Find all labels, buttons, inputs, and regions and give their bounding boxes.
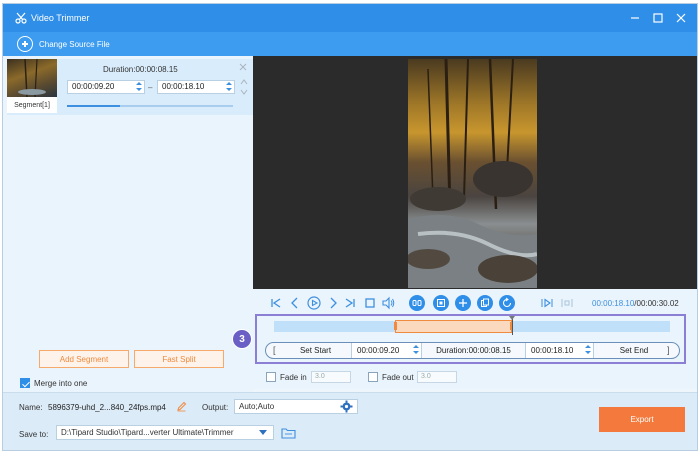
maximize-button[interactable] <box>650 10 666 26</box>
segment-panel: Segment[1] Duration:00:00:08.15 00:00:09… <box>3 56 253 392</box>
segment-progress-bar <box>67 105 233 107</box>
segment-reorder-icon[interactable] <box>239 76 249 98</box>
fade-in-input[interactable]: 3.0 <box>311 371 351 383</box>
segment-delete-icon[interactable] <box>239 63 247 71</box>
fade-out-label: Fade out <box>382 373 414 382</box>
segment-tag: Segment[1] <box>7 97 57 113</box>
trim-start-handle[interactable] <box>394 322 398 330</box>
trim-duration: Duration:00:00:08.15 <box>422 343 526 358</box>
chevron-down-icon[interactable] <box>259 430 267 436</box>
scissors-icon <box>15 12 27 24</box>
minimize-button[interactable] <box>627 10 643 26</box>
total-time: /00:00:30.02 <box>634 299 679 308</box>
step-badge: 3 <box>232 329 252 349</box>
add-circle-icon[interactable] <box>17 36 33 52</box>
end-stepper-icon[interactable] <box>226 82 232 92</box>
close-button[interactable] <box>673 10 689 26</box>
trim-start-field[interactable]: 00:00:09.20 <box>352 343 422 358</box>
time-readout: 00:00:18.10/00:00:30.02 <box>592 299 679 308</box>
video-preview <box>253 56 697 289</box>
gear-icon[interactable] <box>340 400 353 413</box>
export-button[interactable]: Export <box>599 407 685 432</box>
segment-start-value: 00:00:09.20 <box>72 82 115 91</box>
trim-controls-bar: [ Set Start 00:00:09.20 Duration:00:00:0… <box>265 342 680 359</box>
copy-icon <box>481 298 489 307</box>
output-label: Output: <box>202 403 229 412</box>
window-title: Video Trimmer <box>31 13 90 23</box>
previous-frame-icon[interactable] <box>288 296 302 310</box>
merge-label: Merge into one <box>34 379 88 388</box>
current-time: 00:00:18.10 <box>592 299 635 308</box>
trim-end-value: 00:00:18.10 <box>531 346 574 355</box>
segment-end-value: 00:00:18.10 <box>162 82 205 91</box>
start-bracket-icon: [ <box>273 345 276 355</box>
forest-stream-image <box>408 59 537 288</box>
fade-in-value: 3.0 <box>315 373 325 380</box>
fade-out-input[interactable]: 3.0 <box>417 371 457 383</box>
end-bracket-icon: ] <box>667 345 670 355</box>
close-icon <box>676 13 686 23</box>
jump-to-start-icon[interactable] <box>269 296 283 310</box>
reset-button[interactable] <box>499 295 515 311</box>
output-value: Auto;Auto <box>239 402 275 411</box>
maximize-icon <box>653 13 663 23</box>
folder-icon[interactable] <box>281 427 296 439</box>
fade-out-checkbox[interactable] <box>368 372 378 382</box>
segment-start-field[interactable]: 00:00:09.20 <box>67 80 145 94</box>
add-marker-button[interactable] <box>455 295 471 311</box>
file-name: 5896379-uhd_2...840_24fps.mp4 <box>48 403 166 412</box>
copy-segment-button[interactable] <box>477 295 493 311</box>
segment-thumbnail <box>7 58 57 98</box>
start-stepper-icon[interactable] <box>136 82 142 92</box>
segment-end-field[interactable]: 00:00:18.10 <box>157 80 235 94</box>
snapshot-button[interactable] <box>433 295 449 311</box>
segment-item[interactable]: Segment[1] Duration:00:00:08.15 00:00:09… <box>7 58 253 115</box>
loop-segment-icon <box>412 300 422 306</box>
next-frame-icon[interactable] <box>326 296 340 310</box>
trim-track[interactable] <box>274 320 670 333</box>
title-bar: Video Trimmer <box>3 4 697 32</box>
save-path-field[interactable]: D:\Tipard Studio\Tipard...verter Ultimat… <box>56 425 274 440</box>
merge-checkbox[interactable] <box>20 378 30 388</box>
volume-icon[interactable] <box>381 296 395 310</box>
trim-end-stepper-icon[interactable] <box>585 345 591 355</box>
set-start-button[interactable]: Set Start <box>280 343 352 358</box>
play-icon[interactable] <box>307 296 321 310</box>
fade-in-label: Fade in <box>280 373 307 382</box>
plus-icon <box>459 299 467 307</box>
set-end-button[interactable]: Set End <box>594 343 674 358</box>
save-to-label: Save to: <box>19 430 49 439</box>
minimize-icon <box>631 17 639 19</box>
video-frame <box>408 59 537 288</box>
reset-icon <box>502 297 512 308</box>
trim-end-field[interactable]: 00:00:18.10 <box>526 343 594 358</box>
trim-start-value: 00:00:09.20 <box>357 346 400 355</box>
fade-in-checkbox[interactable] <box>266 372 276 382</box>
fast-split-button[interactable]: Fast Split <box>134 350 224 368</box>
add-segment-button[interactable]: Add Segment <box>39 350 129 368</box>
change-source-label[interactable]: Change Source File <box>39 40 110 49</box>
jump-to-end-icon[interactable] <box>343 296 357 310</box>
segment-duration: Duration:00:00:08.15 <box>103 65 178 74</box>
video-trimmer-window: Video Trimmer Change Source File Segment… <box>2 3 698 451</box>
name-label: Name: <box>19 403 43 412</box>
segment-dash: – <box>148 83 153 92</box>
stop-preview-icon <box>561 299 573 307</box>
playhead[interactable] <box>509 316 516 335</box>
trim-start-stepper-icon[interactable] <box>413 345 419 355</box>
stop-icon[interactable] <box>363 296 377 310</box>
snapshot-icon <box>437 299 445 307</box>
trim-selection[interactable] <box>394 320 513 333</box>
edit-name-icon[interactable] <box>176 401 187 412</box>
save-path-value: D:\Tipard Studio\Tipard...verter Ultimat… <box>61 428 234 437</box>
segment-loop-button[interactable] <box>409 295 425 311</box>
forest-thumbnail-image <box>18 58 46 98</box>
fade-out-value: 3.0 <box>421 373 431 380</box>
segment-progress-fill <box>67 105 121 107</box>
preview-segment-icon[interactable] <box>540 296 554 310</box>
change-source-toolbar[interactable]: Change Source File <box>3 32 697 56</box>
